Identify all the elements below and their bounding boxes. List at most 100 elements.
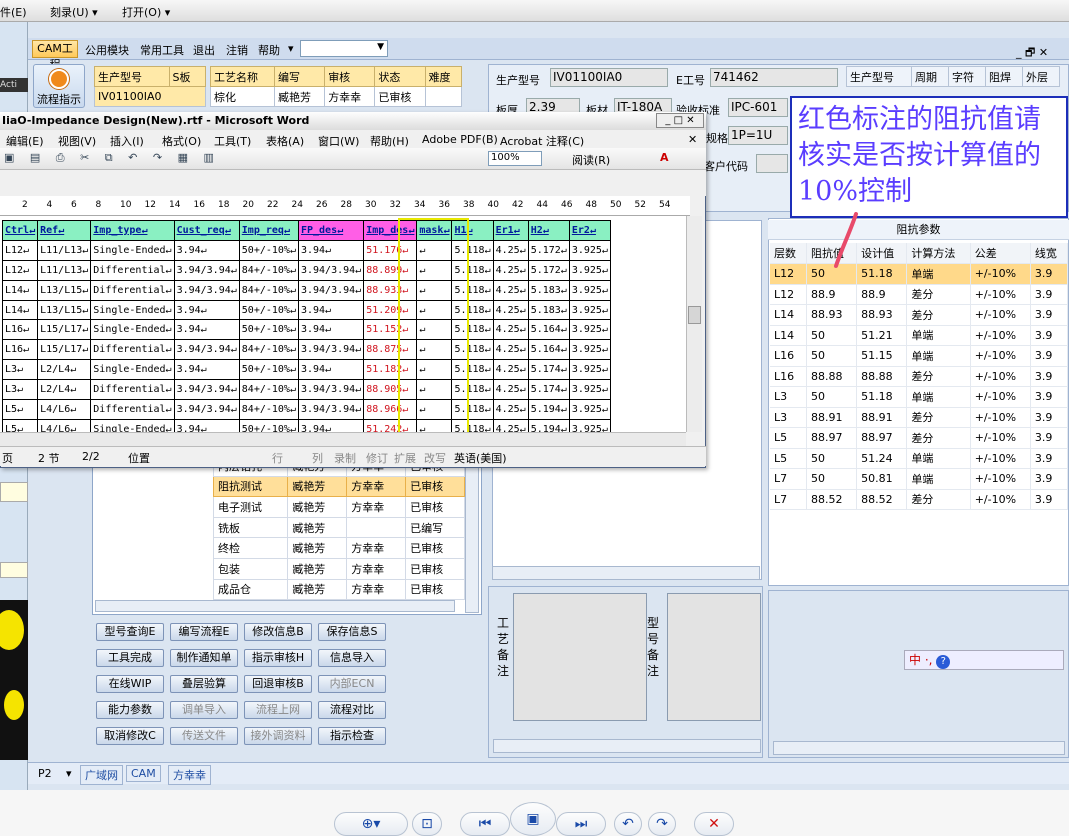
- next-image-icon[interactable]: ⏭: [556, 812, 606, 836]
- menu-exit[interactable]: 退出: [193, 42, 215, 58]
- scroll-thumb[interactable]: [688, 306, 701, 324]
- indicate-check-button[interactable]: 指示检查: [318, 727, 386, 745]
- word-menu-acrobat[interactable]: Acrobat 注释(C): [500, 133, 584, 149]
- slideshow-icon[interactable]: ▣: [510, 802, 556, 836]
- table-row[interactable]: L16 50 51.15 单端 +/-10% 3.9: [770, 345, 1069, 367]
- col-header[interactable]: 阻焊: [985, 66, 1023, 87]
- table-row[interactable]: L12 88.9 88.9 差分 +/-10% 3.9: [770, 284, 1069, 305]
- order-import-button[interactable]: 调单导入: [170, 701, 238, 719]
- menu-public-module[interactable]: 公用模块: [85, 42, 129, 58]
- status-record[interactable]: 录制: [334, 450, 356, 466]
- table-row[interactable]: 铣板 臧艳芳 已编写: [212, 516, 465, 539]
- tab-cam[interactable]: CAM: [126, 765, 161, 782]
- table-row[interactable]: L5↵ L4/L6↵ Differential↵ 3.94/3.94↵ 84+/-10%…: [1, 399, 611, 420]
- cam-project-tab[interactable]: CAM工程: [32, 40, 78, 71]
- word-menu-help[interactable]: 帮助(H): [370, 133, 409, 149]
- table-row[interactable]: L3↵ L2/L4↵ Single-Ended↵ 3.94↵ 50+/-10%↵ 3.94…: [1, 359, 611, 381]
- table-row[interactable]: L3 88.91 88.91 差分 +/-10% 3.9: [770, 407, 1069, 428]
- word-menu-insert[interactable]: 插入(I): [110, 133, 144, 149]
- external-data-button[interactable]: 接外调资料: [244, 727, 312, 745]
- table-row[interactable]: L16↵ L15/L17↵ Differential↵ 3.94/3.94↵ 84+/-…: [1, 339, 611, 361]
- table-row[interactable]: L14↵ L13/L15↵ Single-Ended↵ 3.94↵ 50+/-10%↵ 3…: [1, 299, 611, 321]
- table-cell[interactable]: 已审核: [374, 86, 426, 107]
- col-header[interactable]: 审核: [324, 66, 376, 87]
- window-controls[interactable]: _ 🗗 ✕: [1016, 44, 1048, 63]
- tab-user[interactable]: 方幸幸: [168, 765, 211, 785]
- rollback-review-button[interactable]: 回退审核B: [244, 675, 312, 693]
- help-icon[interactable]: ?: [936, 655, 951, 669]
- rotate-left-icon[interactable]: ↶: [614, 812, 642, 836]
- fit-icon[interactable]: ⊡: [412, 812, 442, 836]
- reading-mode-button[interactable]: 阅读(R): [572, 152, 610, 168]
- table-row[interactable]: L14 50 51.21 单端 +/-10% 3.9: [770, 325, 1069, 346]
- menu-open[interactable]: 打开(O) ▾: [122, 4, 170, 20]
- col-header[interactable]: 编写: [273, 66, 326, 87]
- word-menu-view[interactable]: 视图(V): [58, 133, 96, 149]
- internal-ecn-button[interactable]: 内部ECN: [318, 675, 386, 693]
- toolbar-icons[interactable]: ▣ ▤ ⎙ ✂ ⧉ ↶ ↷ ▦ ▥: [4, 151, 220, 165]
- table-cell[interactable]: 方幸幸: [324, 86, 376, 107]
- col-header[interactable]: Cust_req↵: [173, 220, 240, 241]
- font-color-icon[interactable]: A: [660, 151, 669, 164]
- col-header[interactable]: 层数: [770, 243, 807, 264]
- table-row[interactable]: 阻抗测试 臧艳芳 方幸幸 已审核: [212, 475, 465, 498]
- col-header[interactable]: 字符: [948, 66, 987, 87]
- horizontal-scrollbar[interactable]: [493, 739, 761, 753]
- model-query-button[interactable]: 型号查询E: [96, 623, 164, 641]
- horizontal-scrollbar[interactable]: [773, 741, 1065, 755]
- status-overwrite[interactable]: 改写: [424, 450, 446, 466]
- table-row[interactable]: L12↵ L11/L13↵ Differential↵ 3.94/3.94↵ 84+/-…: [1, 259, 611, 281]
- online-wip-button[interactable]: 在线WIP: [96, 675, 164, 693]
- col-header[interactable]: 生产型号: [94, 66, 170, 87]
- table-cell[interactable]: [424, 86, 463, 107]
- col-header[interactable]: Er1↵: [492, 220, 529, 241]
- word-menu-adobe-pdf[interactable]: Adobe PDF(B): [422, 133, 498, 146]
- flow-upload-button[interactable]: 流程上网: [244, 701, 312, 719]
- col-header[interactable]: 公差: [970, 243, 1031, 264]
- status-track[interactable]: 修订: [366, 450, 388, 466]
- tab-dropdown[interactable]: ▾: [66, 767, 72, 780]
- table-row[interactable]: L16 88.88 88.88 差分 +/-10% 3.9: [770, 366, 1069, 387]
- col-header[interactable]: 生产型号: [845, 66, 913, 87]
- word-close-doc-icon[interactable]: ✕: [688, 133, 697, 146]
- menu-combobox[interactable]: ▼: [300, 40, 388, 57]
- write-flow-button[interactable]: 编写流程E: [170, 623, 238, 641]
- word-menu-tools[interactable]: 工具(T): [214, 133, 251, 149]
- menu-more[interactable]: ▾: [288, 42, 294, 55]
- indicate-review-button[interactable]: 指示审核H: [244, 649, 312, 667]
- word-menu-format[interactable]: 格式(O): [162, 133, 201, 149]
- col-header[interactable]: S板: [168, 66, 206, 87]
- col-header[interactable]: 状态: [374, 66, 426, 87]
- col-header[interactable]: H2↵: [527, 220, 570, 241]
- vertical-scrollbar[interactable]: [465, 455, 479, 613]
- col-header[interactable]: Ref↵: [37, 220, 92, 241]
- table-row[interactable]: L12 50 51.18 单端 +/-10% 3.9: [770, 263, 1069, 285]
- zoom-icon[interactable]: ⊕▾: [334, 812, 408, 836]
- col-header[interactable]: Imp_req↵: [238, 220, 299, 241]
- standard-field[interactable]: IPC-601: [728, 98, 788, 117]
- menu-logout[interactable]: 注销: [226, 42, 248, 58]
- tab-p2[interactable]: P2: [38, 767, 52, 780]
- tool-complete-button[interactable]: 工具完成: [96, 649, 164, 667]
- col-header[interactable]: 周期: [911, 66, 950, 87]
- prev-image-icon[interactable]: ⏮: [460, 812, 510, 836]
- capability-params-button[interactable]: 能力参数: [96, 701, 164, 719]
- eno-field[interactable]: 741462: [710, 68, 838, 87]
- col-header[interactable]: Imp_type↵: [90, 220, 175, 241]
- menu-common-tools[interactable]: 常用工具: [140, 42, 184, 58]
- menu-file[interactable]: 件(E): [0, 4, 27, 20]
- model-cell[interactable]: IV01100IA0: [94, 86, 206, 107]
- send-file-button[interactable]: 传送文件: [170, 727, 238, 745]
- table-row[interactable]: 成品仓 臧艳芳 方幸幸 已审核: [212, 578, 465, 601]
- spec-field[interactable]: 1P=1U: [728, 126, 788, 145]
- table-row[interactable]: 终检 臧艳芳 方幸幸 已审核: [212, 537, 465, 559]
- col-header[interactable]: 工艺名称: [210, 66, 275, 87]
- flow-indicator-button[interactable]: 流程指示: [33, 64, 85, 108]
- col-header[interactable]: FP_des↵: [297, 220, 365, 241]
- table-row[interactable]: 包装 臧艳芳 方幸幸 已审核: [212, 557, 465, 580]
- table-row[interactable]: L3 50 51.18 单端 +/-10% 3.9: [770, 386, 1069, 408]
- table-row[interactable]: L5 50 51.24 单端 +/-10% 3.9: [770, 448, 1069, 469]
- craft-remark-textarea[interactable]: [513, 593, 647, 721]
- word-menu-table[interactable]: 表格(A): [266, 133, 304, 149]
- info-import-button[interactable]: 信息导入: [318, 649, 386, 667]
